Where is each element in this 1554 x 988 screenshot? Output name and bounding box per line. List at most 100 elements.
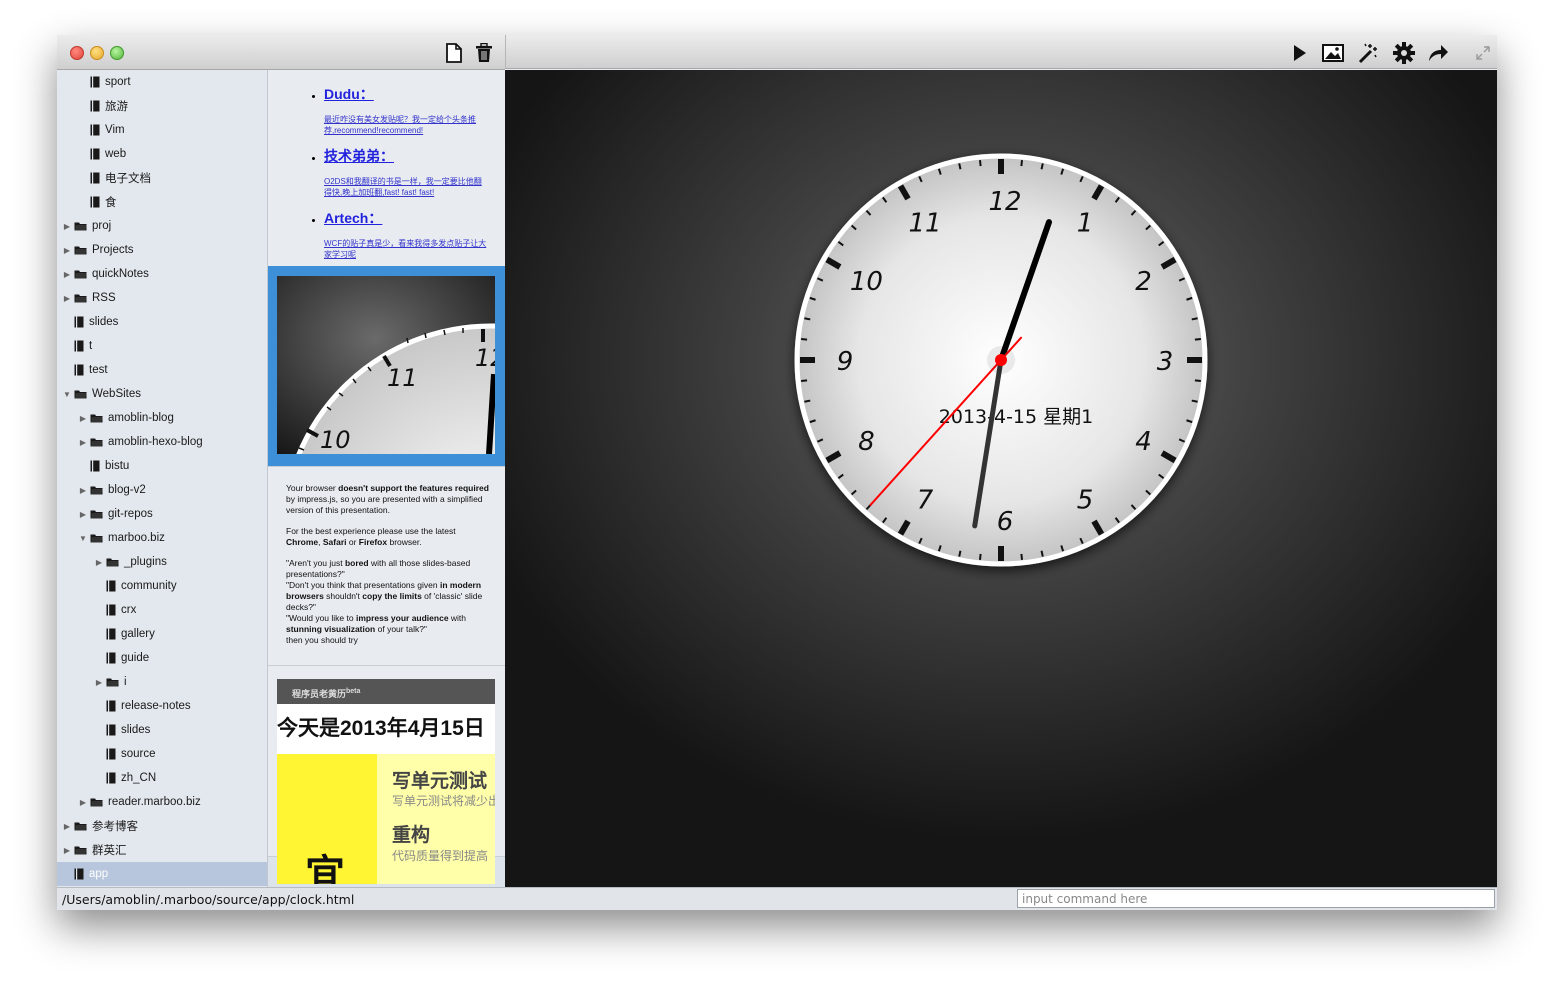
new-file-icon[interactable]: [443, 42, 465, 64]
folder-icon: [90, 797, 103, 807]
sidebar-item[interactable]: guide: [94, 646, 262, 670]
sidebar-item[interactable]: app: [57, 862, 267, 886]
list-item: Dudu： 最近咋没有美女发贴呢？我一定给个头条推荐,recommend!reco…: [324, 84, 505, 136]
preview-card-impress[interactable]: Your browser doesn't support the feature…: [268, 467, 505, 666]
sidebar-item[interactable]: zh_CN: [94, 766, 262, 790]
sidebar-item[interactable]: source: [94, 742, 262, 766]
disclosure-collapsed-icon[interactable]: ▶: [78, 438, 88, 447]
link-name[interactable]: Artech：: [324, 210, 382, 226]
sidebar-item[interactable]: ▼ marboo.biz: [78, 526, 262, 550]
right-toolbar: [505, 35, 1497, 69]
sidebar-item[interactable]: ▶ _plugins: [94, 550, 262, 574]
item-title: 重构: [392, 825, 431, 846]
link-text[interactable]: WCF的贴子真是少，看来我得多发点贴子让大家学习呢: [324, 238, 487, 260]
sidebar-item-label: test: [89, 364, 108, 376]
link-text[interactable]: 最近咋没有美女发贴呢？我一定给个头条推荐,recommend!recommend…: [324, 114, 487, 136]
file-icon: [90, 460, 100, 472]
clock-number: 3: [1157, 347, 1174, 377]
sidebar-item[interactable]: test: [62, 358, 262, 382]
folder-icon: [74, 269, 87, 279]
fullscreen-icon[interactable]: [1472, 42, 1494, 64]
disclosure-collapsed-icon[interactable]: ▶: [78, 486, 88, 495]
item-title: 写单元测试: [392, 771, 488, 792]
preview-card-clock-selected[interactable]: 11 12 10: [268, 266, 505, 467]
page-preview[interactable]: 12 1 2 3 4 5 6 7 8 9 10 11 2013-4-15 星期1: [505, 70, 1497, 887]
disclosure-collapsed-icon[interactable]: ▶: [62, 246, 72, 255]
disclosure-collapsed-icon[interactable]: ▶: [78, 798, 88, 807]
link-name[interactable]: 技术弟弟：: [324, 148, 394, 164]
disclosure-collapsed-icon[interactable]: ▶: [62, 222, 72, 231]
sidebar-item[interactable]: slides: [62, 310, 262, 334]
sidebar-item[interactable]: t: [62, 334, 262, 358]
zoom-window-button[interactable]: [110, 46, 124, 60]
sidebar-item-label: quickNotes: [92, 268, 149, 280]
image-icon[interactable]: [1322, 42, 1344, 64]
disclosure-collapsed-icon[interactable]: ▶: [62, 270, 72, 279]
preview-card-links[interactable]: Dudu： 最近咋没有美女发贴呢？我一定给个头条推荐,recommend!reco…: [268, 70, 505, 267]
sidebar-item[interactable]: ▶ blog-v2: [78, 478, 262, 502]
minute-tick: [1191, 317, 1198, 321]
disclosure-collapsed-icon[interactable]: ▶: [62, 294, 72, 303]
disclosure-collapsed-icon[interactable]: ▶: [78, 510, 88, 519]
sidebar-item[interactable]: ▶ 群英汇: [62, 838, 262, 862]
trash-icon[interactable]: [473, 42, 495, 64]
clock-number: 7: [917, 486, 934, 516]
folder-icon: [74, 845, 87, 855]
sidebar-item[interactable]: ▶ i: [94, 670, 262, 694]
share-icon[interactable]: [1427, 42, 1449, 64]
sidebar-item-label: 参考博客: [92, 821, 138, 833]
app-window: sport 旅游 Vim web 电子文档食 ▶ proj ▶ Projects ▶ quickNo…: [57, 35, 1497, 910]
sidebar-item-label: _plugins: [124, 556, 167, 568]
sidebar-item-label: gallery: [121, 628, 155, 640]
disclosure-collapsed-icon[interactable]: ▶: [78, 414, 88, 423]
link-text[interactable]: O2DS和我翻译的书是一样，我一定要比他翻得快,晚上加班翻,fast! fast…: [324, 176, 487, 198]
file-tree-sidebar[interactable]: sport 旅游 Vim web 电子文档食 ▶ proj ▶ Projects ▶ quickNo…: [57, 70, 268, 887]
sidebar-item[interactable]: 食: [78, 190, 262, 214]
sidebar-item[interactable]: slides: [94, 718, 262, 742]
sidebar-item[interactable]: ▶ reader.marboo.biz: [78, 790, 262, 814]
file-icon: [106, 700, 116, 712]
disclosure-collapsed-icon[interactable]: ▶: [94, 558, 104, 567]
sidebar-item[interactable]: release-notes: [94, 694, 262, 718]
clock-number: 10: [850, 267, 883, 297]
minimize-window-button[interactable]: [90, 46, 104, 60]
disclosure-collapsed-icon[interactable]: ▶: [62, 846, 72, 855]
close-window-button[interactable]: [70, 46, 84, 60]
sidebar-item[interactable]: ▶ Projects: [62, 238, 262, 262]
file-path: /Users/amoblin/.marboo/source/app/clock.…: [62, 892, 355, 907]
command-input[interactable]: [1017, 889, 1495, 908]
magic-wand-icon[interactable]: [1356, 42, 1378, 64]
sidebar-item[interactable]: sport: [78, 70, 262, 94]
link-name[interactable]: Dudu：: [324, 86, 374, 102]
folder-icon: [106, 557, 119, 567]
gear-icon[interactable]: [1393, 42, 1415, 64]
sidebar-item[interactable]: ▶ 参考博客: [62, 814, 262, 838]
disclosure-expanded-icon[interactable]: ▼: [62, 390, 72, 399]
sidebar-item[interactable]: Vim: [78, 118, 262, 142]
sidebar-item[interactable]: ▶ amoblin-hexo-blog: [78, 430, 262, 454]
sidebar-item[interactable]: ▼ WebSites: [62, 382, 262, 406]
sidebar-item[interactable]: web: [78, 142, 262, 166]
minute-tick: [1194, 337, 1202, 341]
sidebar-item[interactable]: community: [94, 574, 262, 598]
clock-number: 9: [837, 347, 854, 377]
sidebar-item[interactable]: ▶ amoblin-blog: [78, 406, 262, 430]
sidebar-item[interactable]: ▶ proj: [62, 214, 262, 238]
sidebar-item[interactable]: ▶ quickNotes: [62, 262, 262, 286]
sidebar-item[interactable]: 电子文档: [78, 166, 262, 190]
sidebar-item[interactable]: ▶ git-repos: [78, 502, 262, 526]
sidebar-item[interactable]: 旅游: [78, 94, 262, 118]
preview-list[interactable]: Dudu： 最近咋没有美女发贴呢？我一定给个头条推荐,recommend!reco…: [268, 70, 505, 887]
folder-icon: [90, 413, 103, 423]
disclosure-collapsed-icon[interactable]: ▶: [62, 822, 72, 831]
disclosure-collapsed-icon[interactable]: ▶: [94, 678, 104, 687]
sidebar-item[interactable]: gallery: [94, 622, 262, 646]
disclosure-expanded-icon[interactable]: ▼: [78, 534, 88, 543]
sidebar-item[interactable]: crx: [94, 598, 262, 622]
play-icon[interactable]: [1289, 42, 1311, 64]
folder-icon: [74, 245, 87, 255]
sidebar-item[interactable]: ▶ RSS: [62, 286, 262, 310]
sidebar-item[interactable]: bistu: [78, 454, 262, 478]
preview-card-calendar[interactable]: 程序员老黄历beta 今天是2013年4月15日 宜 写单元测试 写单元测试将减…: [268, 666, 505, 884]
file-icon: [90, 148, 100, 160]
